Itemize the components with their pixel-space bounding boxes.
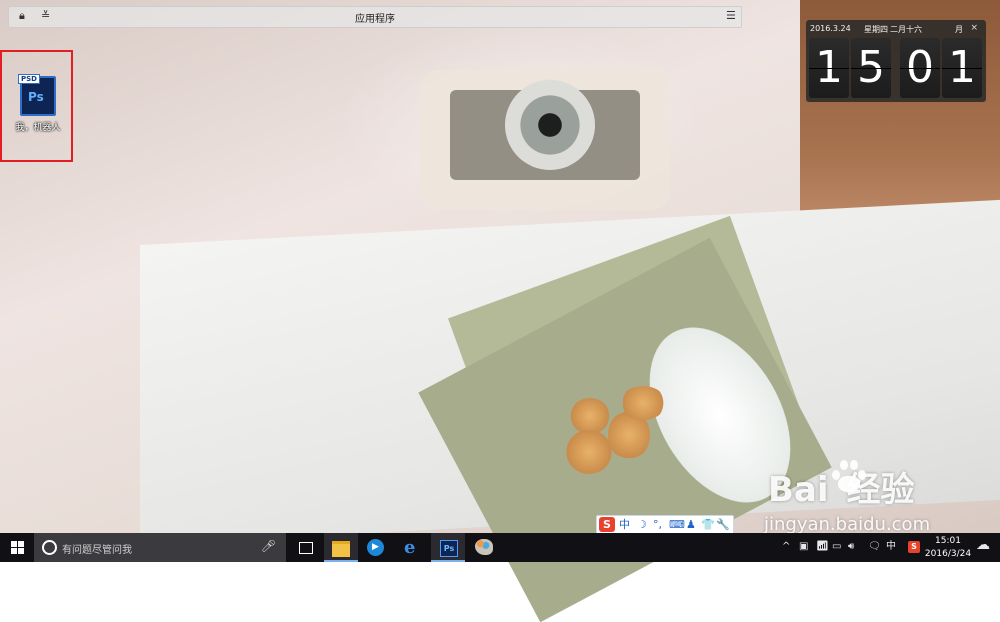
edge-browser-button[interactable]: e [395, 533, 429, 562]
photoshop-icon: Ps [440, 540, 458, 557]
tray-time[interactable]: 15:01 [930, 535, 966, 547]
start-button[interactable] [0, 533, 34, 562]
volume-icon[interactable]: 🔊︎ [848, 540, 854, 554]
wrench-icon[interactable]: 🔧 [716, 517, 730, 532]
wallpaper-flower [566, 430, 612, 474]
menu-icon[interactable]: ☰ [726, 9, 736, 23]
security-icon[interactable]: ▣ [799, 540, 808, 554]
clock-digit: 0 [900, 38, 940, 98]
app-launcher-bar[interactable]: 🔒︎ ≚ 应用程序 ☰ [8, 6, 742, 28]
shirt-icon[interactable]: 👕 [701, 517, 715, 532]
network-icon[interactable]: 📶︎ [816, 540, 829, 554]
clock-weekday: 星期四 [864, 25, 888, 34]
tray-date[interactable]: 2016/3/24 [922, 548, 974, 560]
palette-icon [475, 539, 493, 555]
watermark-url: jingyan.baidu.com [764, 514, 931, 535]
highlight-box [0, 50, 73, 162]
clock-mode-toggle[interactable]: 月 [955, 24, 963, 35]
edge-icon: e [404, 537, 416, 558]
ime-language-toggle[interactable]: 中 [619, 517, 630, 532]
moon-icon[interactable]: ☽ [637, 517, 647, 532]
clock-lunar-date: 二月十六 [890, 25, 922, 34]
app-bar-title: 应用程序 [355, 14, 395, 25]
punctuation-icon[interactable]: °, [653, 517, 662, 532]
photoshop-button[interactable]: Ps [431, 533, 465, 562]
wallpaper-flower [570, 398, 610, 434]
wallpaper-flower [620, 386, 666, 420]
watermark-brand-a: Bai [768, 470, 829, 510]
wallpaper-camera-lens [505, 80, 595, 170]
action-center-icon[interactable]: 🗨︎ [868, 540, 881, 554]
clock-digit: 5 [851, 38, 891, 98]
taskbar: 有问题尽管问我 🎤︎ ▶ e Ps ^ ▣ 📶︎ ▭ 🔊︎ 🗨︎ 中 S 15:… [0, 533, 1000, 562]
input-language-indicator[interactable]: 中 [886, 540, 896, 554]
media-player-button[interactable]: ▶ [359, 533, 393, 562]
cortana-circle-icon [42, 540, 57, 555]
clock-date: 2016.3.24 [810, 24, 851, 33]
ime-toolbar[interactable]: S 中 ☽ °, ⌨ ♟ 👕 🔧 [596, 515, 734, 535]
clock-digit: 1 [809, 38, 849, 98]
close-icon[interactable]: × [970, 23, 978, 33]
play-icon: ▶ [367, 539, 384, 556]
flip-clock-widget[interactable]: 2016.3.24 星期四 二月十六 月 × 1 5 0 1 [806, 20, 986, 102]
show-hidden-icons-chevron[interactable]: ^ [782, 540, 790, 554]
search-placeholder: 有问题尽管问我 [62, 545, 132, 556]
sogou-logo-icon[interactable]: S [599, 517, 615, 532]
sogou-tray-icon[interactable]: S [908, 541, 920, 553]
user-icon[interactable]: ♟ [686, 517, 696, 532]
task-view-icon [299, 542, 313, 554]
cortana-search-box[interactable]: 有问题尽管问我 🎤︎ [34, 533, 286, 562]
baidu-watermark: Bai 经验 jingyan.baidu.com [764, 460, 930, 535]
folder-icon [332, 541, 350, 557]
weather-icon[interactable]: ☁ [976, 538, 990, 552]
task-view-button[interactable] [288, 533, 322, 562]
file-explorer-button[interactable] [324, 533, 358, 562]
keyboard-icon[interactable]: ⌨ [669, 517, 685, 532]
microphone-icon[interactable]: 🎤︎ [261, 539, 276, 553]
clock-digit: 1 [942, 38, 982, 98]
baidu-paw-icon [828, 456, 868, 496]
windows-logo-icon [11, 541, 24, 554]
paint-button[interactable] [467, 533, 501, 562]
battery-icon[interactable]: ▭ [832, 540, 841, 554]
